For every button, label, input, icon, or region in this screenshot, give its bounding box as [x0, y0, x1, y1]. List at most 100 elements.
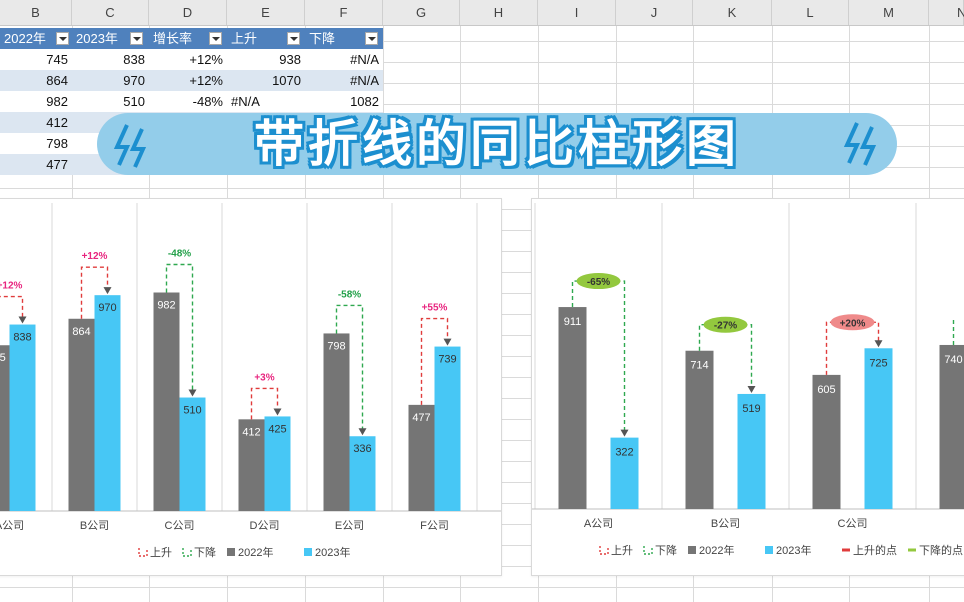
category-label: E公司 [335, 520, 364, 532]
legend-label: 上升的点 [853, 543, 897, 557]
bar-2023 [434, 346, 461, 511]
col-header-l[interactable]: L [772, 0, 849, 25]
category-label: F公司 [420, 520, 449, 532]
table-cell[interactable]: 982 [0, 91, 72, 112]
bar-2023 [94, 295, 121, 511]
arrow-down-icon [273, 408, 282, 416]
legend-label: 上升 [611, 544, 633, 557]
chart-left[interactable]: 745 838 +12% A公司 864 970 +12% B公司 982 510 -48% C公司 4… [0, 198, 502, 576]
header-2022[interactable]: 2022年 [0, 28, 72, 49]
legend-label: 下降 [194, 545, 216, 559]
legend-label: 2023年 [315, 545, 350, 559]
bar-label: 745 [0, 352, 6, 364]
arrow-down-icon [103, 287, 112, 295]
table-row: 745 838 +12% 938 #N/A [0, 49, 383, 70]
table-cell[interactable]: 838 [72, 49, 149, 70]
header-label: 上升 [231, 31, 258, 46]
table-cell[interactable]: +12% [149, 49, 227, 70]
col-header-j[interactable]: J [616, 0, 693, 25]
col-header-i[interactable]: I [538, 0, 616, 25]
page-title: 带折线的同比柱形图 [254, 115, 740, 173]
arrow-down-icon [620, 429, 629, 437]
change-connector [250, 387, 279, 420]
legend-2022-swatch [227, 548, 235, 556]
bar-label: 425 [268, 423, 286, 435]
filter-dropdown-icon[interactable] [365, 32, 378, 45]
bar-label: 739 [438, 354, 456, 366]
arrow-down-icon [188, 389, 197, 397]
filter-dropdown-icon[interactable] [130, 32, 143, 45]
bar-2022 [939, 344, 964, 509]
bar-label: 798 [327, 340, 345, 352]
col-header-e[interactable]: E [227, 0, 305, 25]
change-label: -27% [714, 321, 737, 332]
table-cell[interactable]: 477 [0, 154, 72, 175]
table-cell[interactable]: #N/A [305, 49, 383, 70]
legend-2023-swatch [304, 548, 312, 556]
table-cell[interactable]: 970 [72, 70, 149, 91]
category-label: C公司 [165, 520, 195, 532]
change-label: -65% [587, 277, 610, 288]
bar-2022 [558, 307, 587, 509]
table-header-row: 2022年 2023年 增长率 上升 下降 [0, 28, 383, 49]
table-cell[interactable]: 1070 [227, 70, 305, 91]
table-cell[interactable]: #N/A [305, 70, 383, 91]
col-header-k[interactable]: K [693, 0, 772, 25]
col-header-d[interactable]: D [149, 0, 227, 25]
col-header-m[interactable]: M [849, 0, 929, 25]
col-header-h[interactable]: H [460, 0, 538, 25]
arrow-down-icon [358, 428, 367, 436]
category-label: A公司 [0, 520, 24, 532]
arrow-down-icon [18, 316, 27, 324]
header-growth[interactable]: 增长率 [149, 28, 227, 49]
change-label: +55% [422, 303, 448, 314]
header-down[interactable]: 下降 [305, 28, 383, 49]
col-header-n[interactable]: N [929, 0, 964, 25]
change-label: -58% [338, 289, 361, 300]
bar-label: 336 [353, 443, 371, 455]
col-header-g[interactable]: G [383, 0, 460, 25]
category-label: B公司 [80, 520, 109, 532]
bar-label: 519 [742, 403, 760, 415]
legend-up-icon [599, 546, 609, 555]
bar-2023 [9, 324, 36, 511]
header-2023[interactable]: 2023年 [72, 28, 149, 49]
col-header-b[interactable]: B [0, 0, 72, 25]
bar-2022 [0, 345, 10, 511]
table-cell[interactable]: 745 [0, 49, 72, 70]
legend-label: 2022年 [238, 545, 273, 559]
header-label: 2023年 [76, 31, 118, 46]
chart-right[interactable]: 911 322 -65% A公司 714 519 -27% B公司 605 725 +20% C公司 7… [531, 198, 964, 576]
bar-label: 970 [98, 302, 116, 314]
header-up[interactable]: 上升 [227, 28, 305, 49]
table-cell[interactable]: 864 [0, 70, 72, 91]
bar-label: 322 [615, 447, 633, 459]
header-label: 2022年 [4, 31, 46, 46]
filter-dropdown-icon[interactable] [287, 32, 300, 45]
bar-label: 412 [242, 426, 260, 438]
category-label: C公司 [838, 518, 868, 530]
table-cell[interactable]: +12% [149, 70, 227, 91]
change-label: +12% [0, 281, 23, 292]
col-header-f[interactable]: F [305, 0, 383, 25]
bar-2022 [153, 292, 180, 511]
table-cell[interactable]: 938 [227, 49, 305, 70]
bar-label: 982 [157, 300, 175, 312]
bar-2022 [685, 350, 714, 509]
header-label: 增长率 [153, 31, 193, 46]
filter-dropdown-icon[interactable] [209, 32, 222, 45]
category-label: A公司 [584, 518, 613, 530]
col-header-c[interactable]: C [72, 0, 149, 25]
table-cell[interactable]: 412 [0, 112, 72, 133]
chart-left-svg: 745 838 +12% A公司 864 970 +12% B公司 982 510 -48% C公司 4… [0, 203, 501, 559]
bar-label: 714 [690, 360, 708, 372]
category-label: B公司 [711, 518, 740, 530]
bar-2022 [68, 318, 95, 511]
legend-label: 下降 [655, 543, 677, 557]
table-cell[interactable]: 798 [0, 133, 72, 154]
legend-label: 2022年 [699, 543, 734, 557]
filter-dropdown-icon[interactable] [56, 32, 69, 45]
legend-label: 2023年 [776, 543, 811, 557]
change-label: +12% [82, 251, 108, 262]
category-label: D公司 [250, 520, 280, 532]
